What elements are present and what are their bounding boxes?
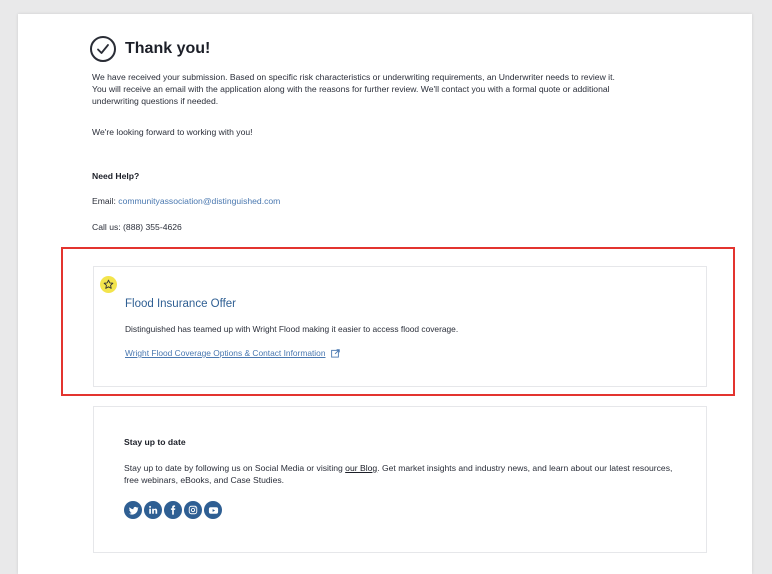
- stay-title: Stay up to date: [124, 437, 186, 447]
- email-link[interactable]: communityassociation@distinguished.com: [118, 196, 280, 206]
- phone-number: (888) 355-4626: [123, 222, 182, 232]
- facebook-icon[interactable]: [164, 501, 182, 519]
- highlight-box: [61, 247, 735, 396]
- help-title: Need Help?: [92, 171, 140, 181]
- submission-message: We have received your submission. Based …: [92, 72, 615, 106]
- stay-text-before: Stay up to date by following us on Socia…: [124, 463, 346, 473]
- linkedin-icon[interactable]: [144, 501, 162, 519]
- youtube-icon[interactable]: [204, 501, 222, 519]
- confirmation-page: Thank you! We have received your submiss…: [18, 14, 752, 574]
- help-phone-line: Call us: (888) 355-4626: [92, 222, 182, 232]
- page-title: Thank you!: [125, 40, 211, 57]
- help-email-line: Email: communityassociation@distinguishe…: [92, 196, 280, 206]
- stay-up-to-date-card: Stay up to date Stay up to date by follo…: [93, 406, 707, 553]
- social-icons: [124, 501, 224, 519]
- instagram-icon[interactable]: [184, 501, 202, 519]
- twitter-icon[interactable]: [124, 501, 142, 519]
- check-circle-icon: [90, 36, 116, 62]
- stay-text: Stay up to date by following us on Socia…: [124, 462, 684, 486]
- blog-link[interactable]: our Blog: [345, 463, 377, 473]
- email-label: Email:: [92, 196, 116, 206]
- closing-message: We're looking forward to working with yo…: [92, 127, 253, 137]
- call-label: Call us:: [92, 222, 121, 232]
- thank-you-header: Thank you!: [90, 36, 210, 62]
